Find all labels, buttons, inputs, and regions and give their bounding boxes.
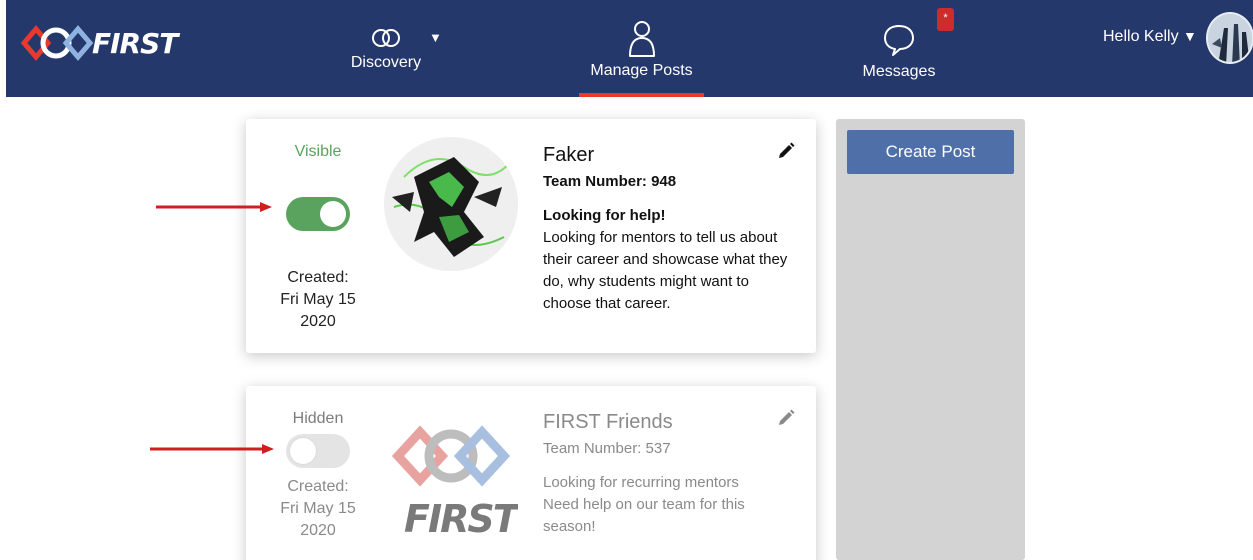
first-friends-logo-text: FIRST — [404, 497, 518, 541]
visibility-toggle[interactable] — [286, 197, 350, 231]
post-content: Faker Team Number: 948 Looking for help!… — [543, 144, 798, 315]
annotation-arrow-icon — [150, 444, 274, 454]
first-logo-text: FIRST — [92, 26, 178, 60]
active-tab-indicator — [579, 93, 704, 97]
discovery-dropdown-icon[interactable]: ▼ — [429, 30, 442, 45]
post-heading: Looking for recurring mentors — [543, 474, 739, 491]
chat-bubble-icon — [854, 23, 944, 63]
post-visibility-status: Visible — [294, 143, 342, 160]
user-menu[interactable]: Hello Kelly ▼ — [1103, 28, 1197, 46]
create-post-button[interactable]: Create Post — [847, 130, 1014, 174]
post-description: Need help on our team for this season! — [543, 496, 745, 535]
created-year: 2020 — [300, 522, 336, 539]
discovery-icon — [341, 26, 431, 54]
post-team-number: Team Number: 948 — [543, 173, 677, 190]
post-name: Faker — [543, 144, 595, 166]
user-greeting: Hello Kelly — [1103, 28, 1179, 45]
toggle-knob — [320, 201, 346, 227]
post-image — [384, 137, 518, 271]
top-navbar: FIRST Discovery ▼ Manage Posts Messages — [6, 0, 1253, 97]
post-name: FIRST Friends — [543, 411, 673, 433]
nav-messages-label: Messages — [862, 63, 936, 80]
created-label: Created: — [287, 478, 349, 495]
nav-discovery-label: Discovery — [350, 54, 422, 71]
post-description: Looking for mentors to tell us about the… — [543, 229, 788, 312]
post-card: Hidden Created: Fri May 15 2020 FIRST FI… — [246, 386, 816, 560]
created-date: Fri May 15 — [280, 500, 356, 517]
post-content: FIRST Friends Team Number: 537 Looking f… — [543, 411, 798, 538]
toggle-knob — [290, 438, 316, 464]
created-label: Created: — [287, 269, 349, 286]
nav-messages[interactable]: Messages — [854, 23, 944, 81]
sidebar-panel — [836, 119, 1025, 560]
pencil-icon[interactable] — [776, 141, 796, 161]
post-visibility-status: Hidden — [292, 410, 344, 427]
user-dropdown-icon: ▼ — [1183, 28, 1197, 44]
post-image: FIRST — [384, 408, 524, 542]
first-logo[interactable]: FIRST — [20, 22, 190, 64]
first-friends-logo: FIRST — [391, 425, 524, 541]
first-logo-icon — [20, 25, 94, 61]
post-created-date: Created: Fri May 15 2020 — [246, 267, 390, 333]
post-team-number: Team Number: 537 — [543, 440, 671, 457]
nav-manage-posts-label: Manage Posts — [590, 62, 693, 79]
avatar[interactable] — [1206, 12, 1253, 64]
created-year: 2020 — [300, 313, 336, 330]
annotation-arrow-icon — [156, 202, 272, 212]
created-date: Fri May 15 — [280, 291, 356, 308]
user-icon — [579, 18, 704, 62]
pencil-icon[interactable] — [776, 408, 796, 428]
nav-manage-posts[interactable]: Manage Posts — [579, 18, 704, 97]
visibility-toggle[interactable] — [286, 434, 350, 468]
post-card: Visible Created: Fri May 15 2020 Faker T… — [246, 119, 816, 353]
post-created-date: Created: Fri May 15 2020 — [246, 476, 390, 542]
nav-discovery[interactable]: Discovery — [341, 26, 431, 72]
messages-badge: * — [937, 8, 954, 31]
post-heading: Looking for help! — [543, 207, 666, 224]
